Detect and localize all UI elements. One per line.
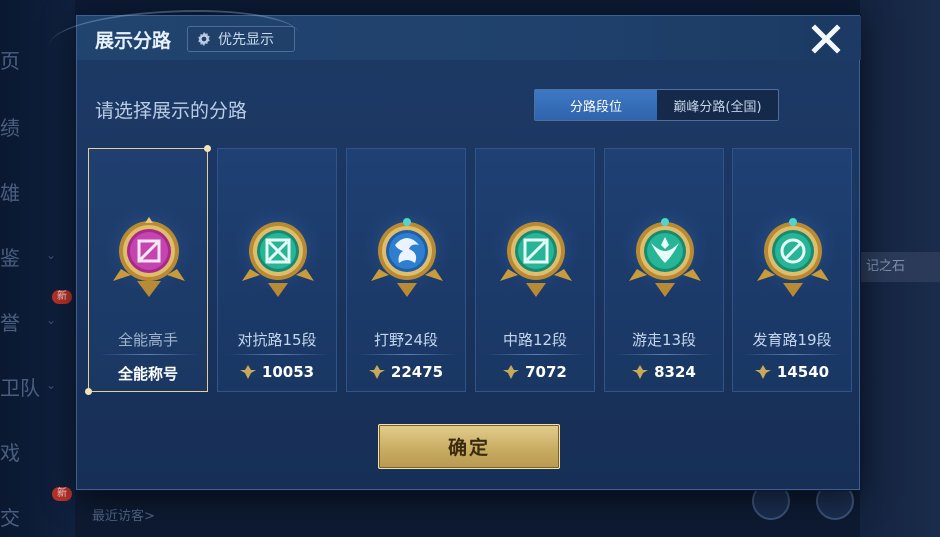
chevron-down-icon: ⌄: [46, 248, 57, 262]
lane-card-score: 14540: [733, 363, 851, 381]
divider: [228, 354, 328, 355]
lane-card-value: 7072: [525, 363, 567, 381]
rank-points-icon: [239, 365, 256, 379]
lane-card-label: 打野24段: [373, 331, 439, 349]
clash-lane-emblem-icon: [242, 222, 314, 297]
tab-lane-rank[interactable]: 分路段位: [535, 90, 657, 120]
confirm-button-label: 确定: [447, 437, 490, 459]
chevron-down-icon: ⌄: [46, 378, 57, 392]
corner-dot: [85, 388, 92, 395]
new-badge: 新: [52, 487, 72, 501]
lane-card-title: 全能称号: [117, 365, 178, 383]
sidebar-item-games[interactable]: 戏: [0, 437, 20, 466]
recent-visitors-link[interactable]: 最近访客>: [92, 505, 155, 524]
lane-card-roam[interactable]: 游走13段 8324: [604, 148, 724, 392]
sidebar-item-honor[interactable]: 誉: [0, 307, 20, 336]
lane-card-value: 22475: [390, 363, 444, 381]
background-right-label[interactable]: 记之石: [856, 252, 940, 282]
priority-display-button[interactable]: 优先显示: [187, 26, 295, 52]
rank-points-icon: [503, 365, 520, 379]
corner-dot: [204, 145, 211, 152]
background-sidebar: 页 绩 雄 鉴 ⌄ 新 誉 ⌄ 卫队 ⌄ 戏 新 交: [0, 0, 75, 537]
lane-cards: 全能高手 全能称号 对抗路15段 10053 打野24段 22475 中路12段…: [85, 145, 852, 395]
sidebar-item-record[interactable]: 绩: [0, 112, 20, 141]
tab-lane-rank-label: 分路段位: [569, 99, 622, 115]
background-bottom-bar: [75, 490, 860, 537]
lane-display-dialog: 展示分路 优先显示 请选择展示的分路 分路段位 巅峰分路(全国) 全能高手 全能…: [49, 10, 861, 490]
confirm-button[interactable]: 确定: [378, 424, 560, 469]
lane-card-value: 14540: [776, 363, 830, 381]
divider: [486, 354, 586, 355]
farm-lane-emblem-icon: [757, 218, 829, 297]
close-icon: [811, 24, 841, 54]
roam-emblem-icon: [629, 218, 701, 297]
tab-peak-lane-label: 巅峰分路(全国): [673, 99, 762, 115]
divider: [357, 354, 457, 355]
lane-card-label: 游走13段: [631, 331, 697, 349]
chevron-down-icon: ⌄: [46, 313, 57, 327]
lane-card-label: 发育路19段: [752, 331, 832, 349]
jungle-emblem-icon: [371, 218, 443, 297]
lane-card-score: 10053: [218, 363, 336, 381]
lane-card-label: 全能高手: [117, 331, 178, 349]
dialog-subtitle: 请选择展示的分路: [95, 100, 248, 122]
lane-card-score: 7072: [476, 363, 594, 381]
sidebar-item-gallery[interactable]: 鉴: [0, 242, 20, 271]
lane-mode-toggle: 分路段位 巅峰分路(全国): [534, 89, 779, 121]
dialog-title-bar: 展示分路 优先显示: [49, 10, 861, 60]
rank-points-icon: [754, 365, 771, 379]
lane-card-score: 22475: [347, 363, 465, 381]
mid-lane-emblem-icon: [500, 222, 572, 297]
new-badge: 新: [52, 290, 72, 304]
divider: [743, 354, 843, 355]
tab-peak-lane[interactable]: 巅峰分路(全国): [657, 90, 778, 120]
lane-card-jungle[interactable]: 打野24段 22475: [346, 148, 466, 392]
lane-card-score: 8324: [605, 363, 723, 381]
rank-points-icon: [632, 365, 649, 379]
divider: [615, 354, 715, 355]
lane-card-clash[interactable]: 对抗路15段 10053: [217, 148, 337, 392]
sidebar-item-social[interactable]: 交: [0, 502, 20, 531]
dialog-title: 展示分路: [95, 30, 172, 52]
lane-card-farm[interactable]: 发育路19段 14540: [732, 148, 852, 392]
lane-card-label: 对抗路15段: [237, 331, 317, 349]
lane-card-value: 8324: [654, 363, 696, 381]
sidebar-item-heroes[interactable]: 雄: [0, 177, 20, 206]
sidebar-item-home[interactable]: 页: [0, 45, 20, 74]
close-button[interactable]: [809, 22, 843, 56]
lane-card-value: 10053: [261, 363, 315, 381]
sidebar-item-guard[interactable]: 卫队: [0, 372, 40, 401]
lane-card-all-round[interactable]: 全能高手 全能称号: [85, 145, 211, 395]
rank-points-icon: [368, 365, 385, 379]
all-round-emblem-icon: [113, 217, 185, 297]
lane-card-mid[interactable]: 中路12段 7072: [475, 148, 595, 392]
gear-icon: [198, 31, 210, 47]
divider: [99, 354, 199, 355]
priority-display-label: 优先显示: [218, 32, 274, 48]
lane-card-label: 中路12段: [502, 331, 568, 349]
